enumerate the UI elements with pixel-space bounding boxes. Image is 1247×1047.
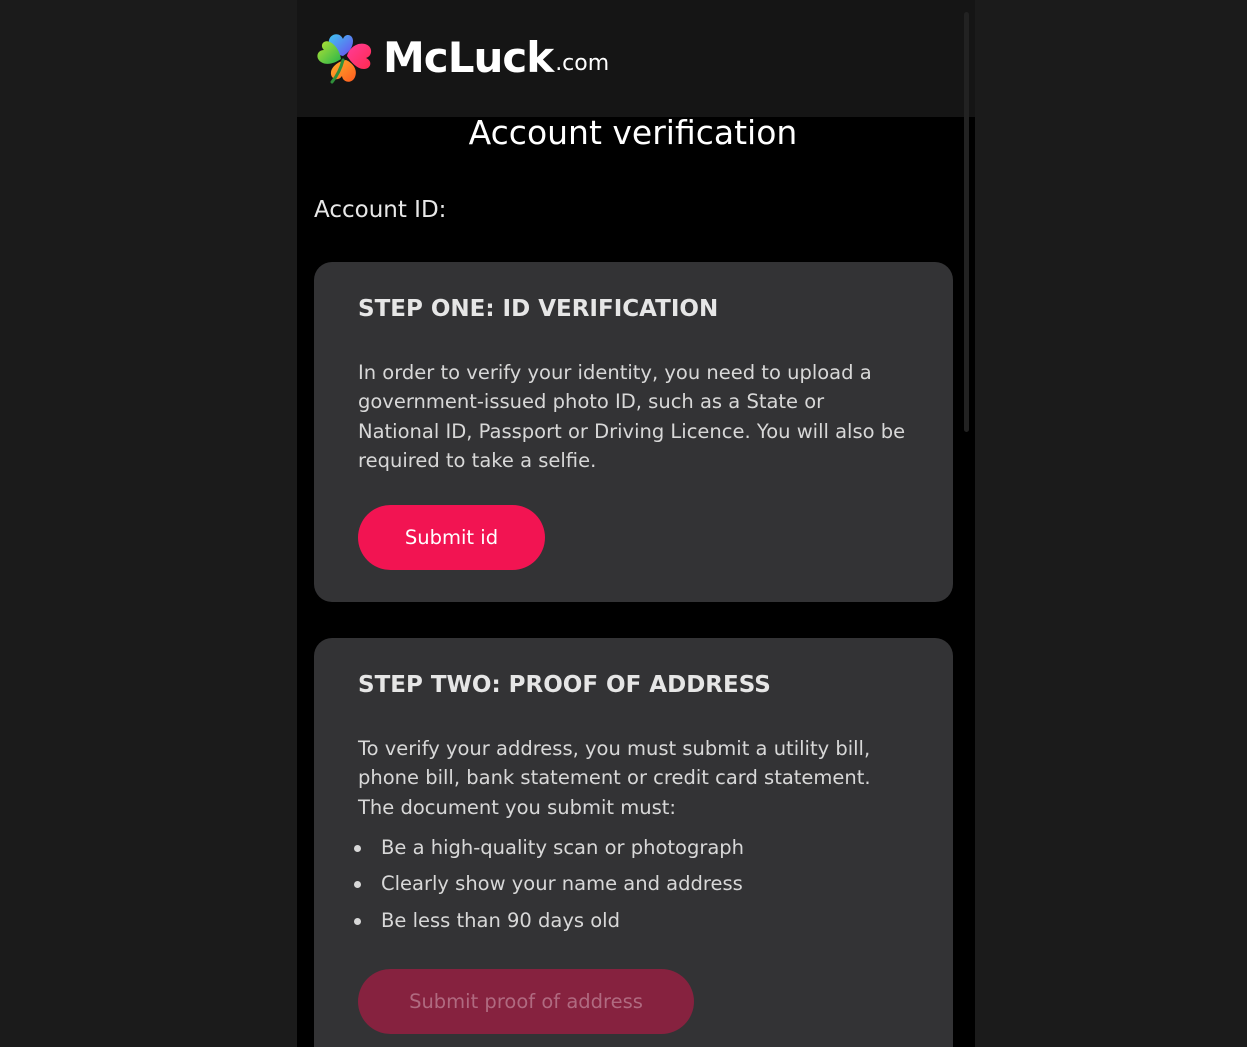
four-leaf-clover-icon xyxy=(317,34,372,84)
bullet-dot-icon xyxy=(354,917,361,925)
step-one-description: In order to verify your identity, you ne… xyxy=(358,361,906,472)
step-one-card: STEP ONE: ID VERIFICATION In order to ve… xyxy=(314,262,953,602)
brand-domain-suffix: .com xyxy=(555,51,610,76)
submit-id-button[interactable]: Submit id xyxy=(358,505,545,571)
mobile-viewport: McLuck .com Account verification Account… xyxy=(297,0,975,1047)
step-two-description: To verify your address, you must submit … xyxy=(358,737,871,819)
screen-backdrop: McLuck .com Account verification Account… xyxy=(0,0,1247,1047)
address-requirements-list: Be a high-quality scan or photograph Cle… xyxy=(354,830,909,940)
bullet-dot-icon xyxy=(354,844,361,852)
step-two-title: STEP TWO: PROOF OF ADDRESS xyxy=(358,672,771,698)
site-header: McLuck .com xyxy=(297,0,975,432)
step-one-title: STEP ONE: ID VERIFICATION xyxy=(358,296,719,322)
requirement-text: Be less than 90 days old xyxy=(381,908,620,932)
requirement-text: Clearly show your name and address xyxy=(381,872,743,896)
list-item: Clearly show your name and address xyxy=(354,866,909,903)
list-item: Be a high-quality scan or photograph xyxy=(354,830,909,867)
scrollbar[interactable] xyxy=(964,12,969,432)
brand-logo[interactable]: McLuck .com xyxy=(313,30,609,86)
step-two-card: STEP TWO: PROOF OF ADDRESS To verify you… xyxy=(314,638,953,1047)
bullet-dot-icon xyxy=(354,881,361,889)
list-item: Be less than 90 days old xyxy=(354,903,909,940)
submit-proof-of-address-button[interactable]: Submit proof of address xyxy=(358,969,694,1035)
page-title: Account verification xyxy=(468,113,798,152)
requirement-text: Be a high-quality scan or photograph xyxy=(381,835,745,859)
brand-name: McLuck xyxy=(383,33,554,82)
account-id-label: Account ID: xyxy=(314,197,447,223)
